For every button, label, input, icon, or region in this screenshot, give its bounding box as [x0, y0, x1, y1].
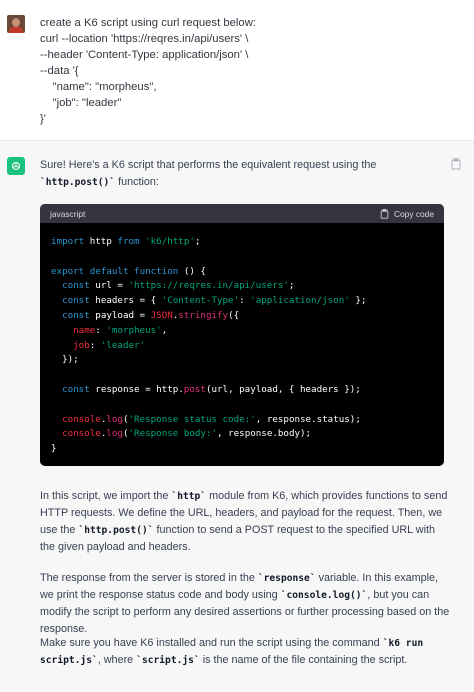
inline-code: `response` — [257, 573, 316, 584]
user-message: create a K6 script using curl request be… — [0, 0, 474, 141]
assistant-intro: Sure! Here's a K6 script that performs t… — [40, 157, 450, 191]
clipboard-icon — [380, 208, 389, 219]
copy-code-label: Copy code — [393, 208, 434, 219]
code-content[interactable]: import http from 'k6/http'; export defau… — [40, 223, 444, 466]
user-avatar — [7, 15, 25, 33]
inline-code: `http` — [171, 491, 207, 502]
avatar-shirt — [9, 27, 23, 33]
para1-text-a: In this script, we import the — [40, 490, 172, 502]
para3-text-c: is the name of the file containing the s… — [199, 654, 408, 666]
inline-code: `http.post()` — [78, 525, 154, 536]
inline-code: `http.post()` — [40, 177, 116, 188]
code-language-label: javascript — [50, 208, 86, 219]
code-block: javascript Copy code import http from 'k… — [40, 204, 444, 466]
explanation-paragraph-3: Make sure you have K6 installed and run … — [40, 635, 450, 669]
intro-text: Sure! Here's a K6 script that performs t… — [40, 159, 377, 171]
para2-text-a: The response from the server is stored i… — [40, 572, 258, 584]
explanation-paragraph-1: In this script, we import the `http` mod… — [40, 488, 450, 556]
copy-code-button[interactable]: Copy code — [380, 208, 434, 219]
inline-code: `console.log()` — [280, 590, 368, 601]
avatar-face — [12, 18, 20, 27]
intro-text-end: function: — [115, 176, 159, 188]
inline-code: `script.js` — [136, 655, 200, 666]
explanation-paragraph-2: The response from the server is stored i… — [40, 570, 450, 638]
user-prompt-text: create a K6 script using curl request be… — [40, 17, 257, 125]
openai-logo-icon — [7, 157, 25, 175]
code-block-header: javascript Copy code — [40, 204, 444, 223]
para3-text-b: , where — [97, 654, 137, 666]
assistant-message: Sure! Here's a K6 script that performs t… — [0, 141, 474, 692]
para3-text-a: Make sure you have K6 installed and run … — [40, 637, 383, 649]
copy-message-icon[interactable] — [451, 158, 461, 170]
